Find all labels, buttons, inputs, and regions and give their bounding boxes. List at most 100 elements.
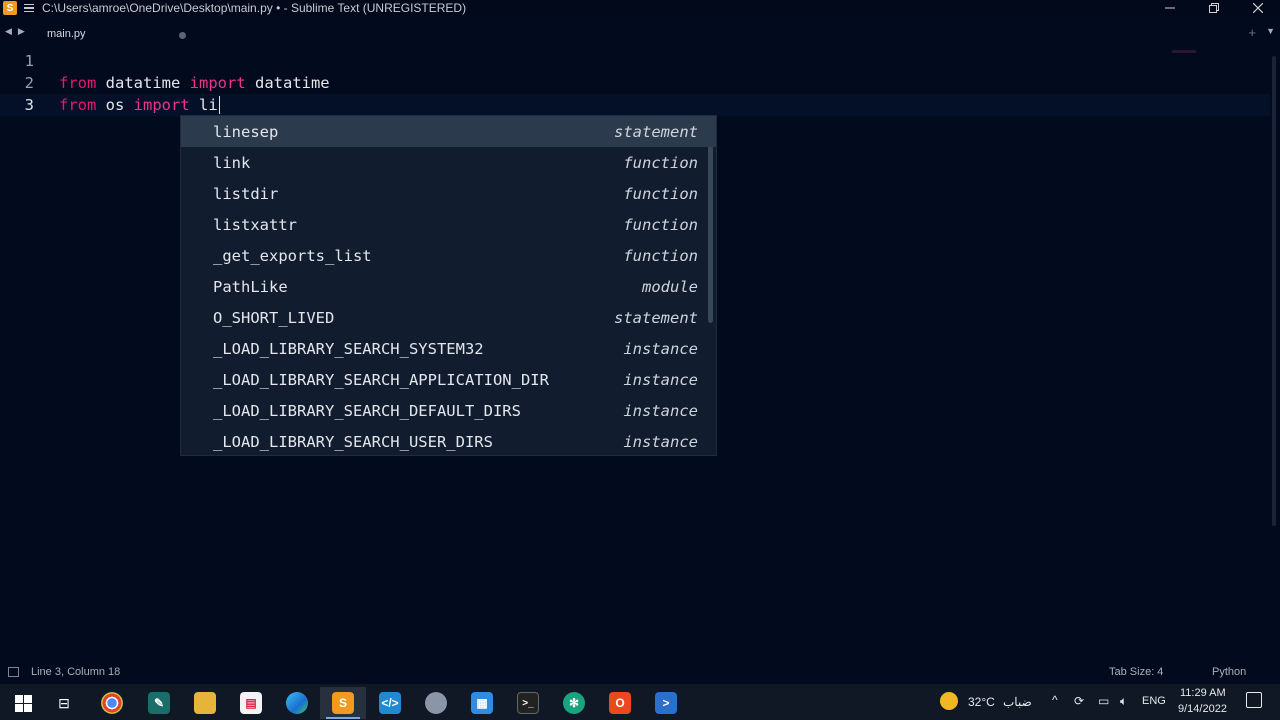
completion-kind: function [623,184,698,203]
taskbar-calculator[interactable]: ▦ [459,687,505,719]
restore-button[interactable] [1192,0,1236,16]
autocomplete-list: linesep statement link function listdir funct… [181,116,716,457]
file-explorer-icon [194,692,216,714]
completion-kind: statement [614,122,698,141]
files-icon: ▤ [240,692,262,714]
taskbar-powershell[interactable]: > [643,687,689,719]
completion-label: PathLike [213,277,288,296]
window-title: C:\Users\amroe\OneDrive\Desktop\main.py … [42,1,467,15]
office-icon: O [609,692,631,714]
calculator-icon: ▦ [471,692,493,714]
imported-name: datatime [245,74,330,92]
chatgpt-icon: ✻ [563,692,585,714]
code-line-2[interactable]: 2 from datatime import datatime [0,72,1270,94]
line-number: 3 [24,96,34,114]
language-indicator[interactable]: ENG [1142,695,1166,707]
tab-list-chevron-icon[interactable]: ▼ [1266,26,1275,36]
autocomplete-item[interactable]: _LOAD_LIBRARY_SEARCH_APPLICATION_DIR inst… [181,364,716,395]
clock-date[interactable]: 9/14/2022 [1178,703,1227,715]
restore-icon [1209,3,1219,13]
tab-navigation: ◀ ▶ [5,26,25,37]
completion-kind: function [623,246,698,265]
autocomplete-item[interactable]: listdir function [181,178,716,209]
tab-right-arrow-icon[interactable]: ▶ [18,26,25,37]
autocomplete-item[interactable]: _LOAD_LIBRARY_SEARCH_USER_DIRS instance [181,426,716,457]
minimize-button[interactable] [1148,0,1192,16]
tab-left-arrow-icon[interactable]: ◀ [5,26,12,37]
completion-label: _LOAD_LIBRARY_SEARCH_USER_DIRS [213,432,493,451]
taskbar-terminal[interactable]: >_ [505,687,551,719]
network-icon[interactable]: ▭ [1098,694,1109,708]
new-tab-icon[interactable]: + [1248,25,1256,40]
taskbar-sublime-text[interactable]: S [320,687,366,719]
autocomplete-popup: linesep statement link function listdir funct… [180,115,717,456]
taskbar-chatgpt[interactable]: ✻ [551,687,597,719]
autocomplete-item[interactable]: PathLike module [181,271,716,302]
taskbar-app[interactable]: ✎ [136,687,182,719]
start-button[interactable] [0,687,46,719]
close-icon [1253,3,1263,13]
code-line-1[interactable]: 1 [0,50,1270,72]
edge-icon [286,692,308,714]
taskbar-file-explorer[interactable] [182,687,228,719]
windows-taskbar: ⊟ ✎ ▤ S </> ▦ >_ ✻ O > 32°C ضباب ^ ⟳ ▭ 🔈… [0,684,1280,720]
chrome-icon [101,692,123,714]
task-view-button[interactable]: ⊟ [41,687,87,719]
close-button[interactable] [1236,0,1280,16]
system-tray: 32°C ضباب ^ ⟳ ▭ 🔈︎ ENG 11:29 AM 9/14/202… [935,684,1280,720]
windows-logo-icon [14,694,32,712]
completion-label: _get_exports_list [213,246,372,265]
taskbar-office[interactable]: O [597,687,643,719]
hamburger-menu-icon[interactable] [21,1,37,15]
module-name: os [96,95,134,114]
taskbar-app-2[interactable] [413,687,459,719]
completion-kind: instance [623,370,698,389]
completion-label: _LOAD_LIBRARY_SEARCH_DEFAULT_DIRS [213,401,521,420]
completion-label: listxattr [213,215,297,234]
completion-kind: instance [623,432,698,451]
autocomplete-item[interactable]: O_SHORT_LIVED statement [181,302,716,333]
keyword-import: import [189,74,246,92]
keyword-from: from [59,74,97,92]
volume-icon[interactable]: 🔈︎ [1120,694,1127,709]
tab-size-selector[interactable]: Tab Size: 4 [1109,666,1163,678]
editor-scrollbar[interactable] [1272,56,1276,526]
completion-label: _LOAD_LIBRARY_SEARCH_APPLICATION_DIR [213,370,549,389]
title-bar: S C:\Users\amroe\OneDrive\Desktop\main.p… [0,0,1280,16]
task-view-icon: ⊟ [58,694,70,711]
taskbar-chrome[interactable] [89,687,135,719]
completion-label: _LOAD_LIBRARY_SEARCH_SYSTEM32 [213,339,484,358]
autocomplete-item[interactable]: link function [181,147,716,178]
completion-kind: statement [614,308,698,327]
show-panel-icon[interactable] [8,667,19,677]
sync-icon[interactable]: ⟳ [1074,694,1084,708]
completion-label: O_SHORT_LIVED [213,308,335,327]
autocomplete-item[interactable]: _LOAD_LIBRARY_SEARCH_DEFAULT_DIRS instanc… [181,395,716,426]
completion-kind: instance [623,401,698,420]
tray-overflow-chevron-icon[interactable]: ^ [1052,693,1058,707]
code-line-3[interactable]: 3 from os import li [0,94,1270,116]
autocomplete-item[interactable]: linesep statement [181,116,716,147]
weather-temperature[interactable]: 32°C [968,695,995,709]
completion-kind: module [642,277,698,296]
terminal-icon: >_ [517,692,539,714]
autocomplete-item[interactable]: _get_exports_list function [181,240,716,271]
unsaved-dot-icon[interactable] [179,32,186,39]
autocomplete-item[interactable]: listxattr function [181,209,716,240]
window-controls [1148,0,1280,16]
weather-description[interactable]: ضباب [1003,695,1032,709]
taskbar-edge[interactable] [274,687,320,719]
tab-main-py[interactable]: main.py [34,20,194,48]
completion-label: linesep [213,122,279,141]
taskbar-files[interactable]: ▤ [228,687,274,719]
notifications-icon[interactable] [1246,692,1262,708]
line-number: 2 [24,74,34,92]
status-bar: Line 3, Column 18 Tab Size: 4 Python [0,660,1280,684]
minimize-icon [1165,7,1175,9]
syntax-selector[interactable]: Python [1212,666,1246,678]
clock-time[interactable]: 11:29 AM [1180,687,1226,699]
taskbar-vscode[interactable]: </> [367,687,413,719]
powershell-icon: > [655,692,677,714]
weather-icon[interactable] [940,692,958,710]
autocomplete-item[interactable]: _LOAD_LIBRARY_SEARCH_SYSTEM32 instance [181,333,716,364]
